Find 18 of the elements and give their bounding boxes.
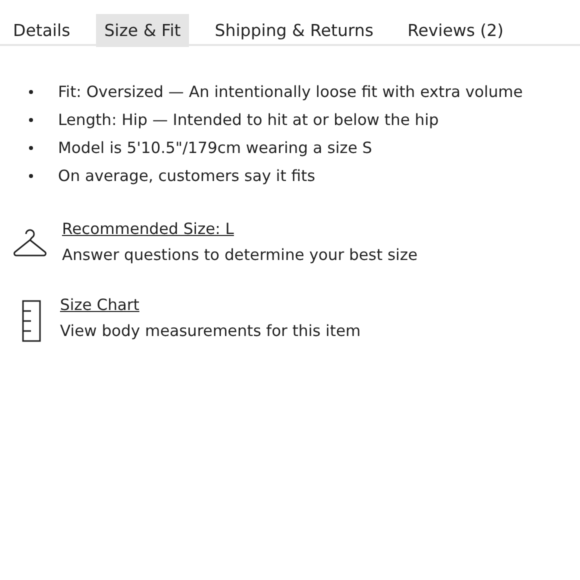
bullet-icon xyxy=(29,174,33,178)
tab[interactable]: Size & Fit xyxy=(96,14,189,47)
size-link[interactable]: Size Chart xyxy=(60,296,361,314)
tab[interactable]: Details xyxy=(5,14,78,47)
fit-note: Length: Hip — Intended to hit at or below the hip xyxy=(58,110,439,130)
fit-note: Model is 5'10.5"/179cm wearing a size S xyxy=(58,138,372,158)
bullet-icon xyxy=(29,90,33,94)
ruler-icon xyxy=(22,300,41,342)
bullet-icon xyxy=(29,118,33,122)
tab[interactable]: Shipping & Returns xyxy=(206,14,382,47)
bullet-icon xyxy=(29,146,33,150)
link-description: Answer questions to determine your best size xyxy=(62,246,418,264)
fit-note: Fit: Oversized — An intentionally loose fit with extra volume xyxy=(58,82,523,102)
tab[interactable]: Reviews (2) xyxy=(399,14,512,47)
hanger-icon xyxy=(12,228,48,258)
size-link[interactable]: Recommended Size: L xyxy=(62,220,418,238)
link-description: View body measurements for this item xyxy=(60,322,361,340)
fit-note: On average, customers say it fits xyxy=(58,166,316,186)
